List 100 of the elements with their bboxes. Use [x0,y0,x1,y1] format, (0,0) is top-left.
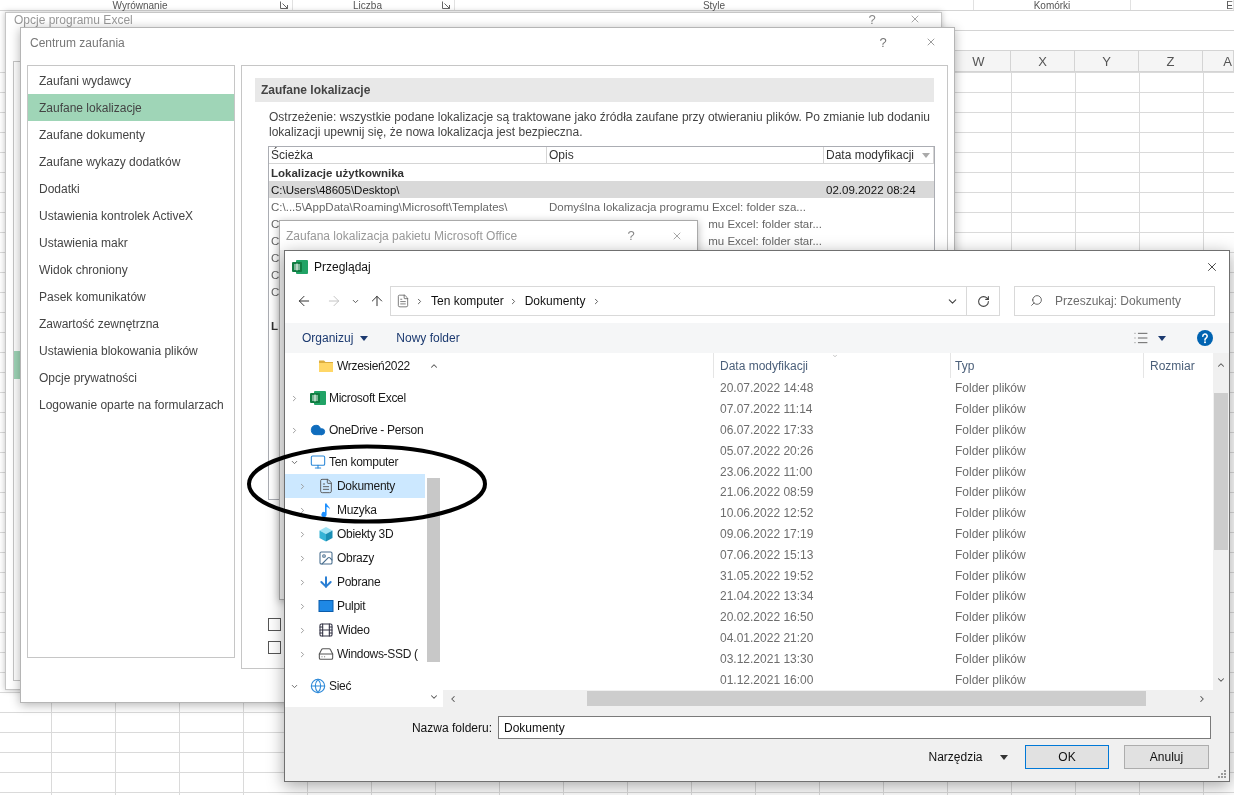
scrollbar-thumb[interactable] [1214,393,1228,550]
category-item[interactable]: Zaufane lokalizacje [28,94,234,121]
breadcrumb[interactable]: Ten komputer [431,294,504,308]
column-header[interactable]: Z [1139,51,1203,71]
tree-item[interactable]: Obiekty 3D [285,522,425,546]
modified-date: 31.05.2022 19:52 [720,568,814,583]
globe-icon [310,678,326,694]
checkbox[interactable] [268,641,281,654]
file-row[interactable]: 09.06.2022 17:19 Folder plików [443,523,1213,545]
table-cell: C [271,250,280,265]
column-header[interactable]: Typ [950,353,1143,378]
scroll-down-icon[interactable] [428,692,439,702]
category-item[interactable]: Zaufane dokumenty [28,121,234,148]
organize-menu-button[interactable]: Organizuj [302,331,369,345]
category-item[interactable]: Opcje prywatności [28,364,234,391]
category-item[interactable]: Widok chroniony [28,256,234,283]
file-row[interactable]: 04.01.2022 21:20 Folder plików [443,627,1213,649]
category-item[interactable]: Pasek komunikatów [28,283,234,310]
file-type: Folder plików [955,443,1026,458]
file-type: Folder plików [955,610,1026,625]
category-item[interactable]: Ustawienia blokowania plików [28,337,234,364]
tree-item[interactable]: Dokumenty [285,474,425,498]
scroll-left-icon[interactable] [448,693,458,704]
scroll-up-icon[interactable] [1216,360,1226,370]
column-header[interactable]: Y [1075,51,1139,71]
close-icon[interactable] [1205,260,1219,274]
folder-name-field[interactable]: Dokumenty [498,716,1211,739]
folder-icon [318,358,334,374]
tree-item[interactable]: Muzyka [285,498,425,522]
file-row[interactable]: 05.07.2022 20:26 Folder plików [443,440,1213,462]
ok-button[interactable]: OK [1025,745,1109,769]
file-row[interactable]: 10.06.2022 12:52 Folder plików [443,502,1213,524]
column-header[interactable]: A [1203,51,1234,71]
scroll-up-icon[interactable] [428,361,439,371]
file-row[interactable]: 06.07.2022 17:33 Folder plików [443,419,1213,441]
file-type: Folder plików [955,568,1026,583]
tree-item[interactable]: Windows-SSD ( [285,642,425,666]
column-header[interactable]: Ścieżka [269,147,547,163]
help-button[interactable]: ? [877,36,889,50]
file-row[interactable]: 31.05.2022 19:52 Folder plików [443,565,1213,586]
category-item[interactable]: Ustawienia makr [28,229,234,256]
column-header[interactable]: Data modyfikacji [713,353,950,378]
refresh-button[interactable] [967,286,1000,316]
window-title: Centrum zaufania [30,36,125,50]
caret-icon [999,754,1008,760]
category-item[interactable]: Zaufani wydawcy [28,67,234,94]
scroll-right-icon[interactable] [1197,693,1207,704]
file-row[interactable]: 07.06.2022 15:13 Folder plików [443,544,1213,566]
tree-item[interactable]: Sieć [285,674,425,698]
modified-date: 01.12.2021 16:00 [720,672,814,687]
tree-item[interactable]: Wrzesień2022 [285,354,425,378]
horizontal-scrollbar[interactable] [443,690,1213,707]
tree-item[interactable]: Pulpit [285,594,425,618]
menu-button[interactable]: Narzędzia [926,745,1010,769]
scrollbar-thumb[interactable] [427,478,440,662]
file-row[interactable]: 20.02.2022 16:50 Folder plików [443,606,1213,628]
cancel-button[interactable]: Anuluj [1124,745,1209,769]
scroll-down-icon[interactable] [1216,675,1226,685]
search-field[interactable]: Przeszukaj: Dokumenty [1014,286,1215,316]
tree-item[interactable]: Obrazy [285,546,425,570]
modified-date: 05.07.2022 20:26 [720,443,814,458]
checkbox[interactable] [268,618,281,631]
category-item[interactable]: Zawartość zewnętrzna [28,310,234,337]
file-row[interactable]: 07.07.2022 11:14 Folder plików [443,398,1213,420]
tree-item[interactable]: Microsoft Excel [285,386,425,410]
ribbon-group-label: Style [702,0,726,11]
help-button[interactable]: ? [866,13,878,27]
document-icon [396,293,410,309]
chevron-right-icon[interactable] [298,505,307,515]
file-row[interactable]: 21.06.2022 08:59 Folder plików [443,482,1213,503]
new-folder-button[interactable]: Nowy folder [396,331,460,345]
category-item[interactable]: Logowanie oparte na formularzach [28,391,234,418]
file-type: Folder plików [955,464,1026,479]
file-row[interactable]: 20.07.2022 14:48 Folder plików [443,378,1213,399]
file-row[interactable]: 03.12.2021 13:30 Folder plików [443,648,1213,670]
address-bar[interactable]: Ten komputer Dokumenty [390,286,967,316]
modified-date: 20.07.2022 14:48 [720,381,814,396]
column-header[interactable]: Opis [547,147,824,163]
file-type: Folder plików [955,381,1026,396]
column-header[interactable]: X [1011,51,1075,71]
breadcrumb[interactable]: Dokumenty [524,294,586,308]
file-row[interactable]: 23.06.2022 11:00 Folder plików [443,461,1213,482]
view-list-icon[interactable] [1133,330,1149,346]
category-item[interactable]: Dodatki [28,175,234,202]
help-button[interactable]: ? [625,228,637,243]
tree-item[interactable]: OneDrive - Person [285,418,425,442]
tree-item[interactable]: Wideo [285,618,425,642]
file-row[interactable]: 01.12.2021 16:00 Folder plików [443,669,1213,690]
table-row[interactable]: C:\Users\48605\Desktop\ 02.09.2022 08:24 [269,181,934,198]
table-cell: C [271,267,280,282]
category-item[interactable]: Zaufane wykazy dodatków [28,148,234,175]
tree-item[interactable]: Pobrane [285,570,425,594]
vertical-scrollbar[interactable] [1213,353,1229,690]
file-row[interactable]: 21.04.2022 13:34 Folder plików [443,585,1213,607]
column-header[interactable]: Data modyfikacji [824,147,934,163]
modified-date: 09.06.2022 17:19 [720,526,814,541]
table-row[interactable]: C:\...5\AppData\Roaming\Microsoft\Templates\ Domyślna lokalizacja programu Excel: folder sza... [269,198,934,215]
category-item[interactable]: Ustawienia kontrolek ActiveX [28,202,234,229]
tree-item[interactable]: Ten komputer [285,450,425,474]
scrollbar-thumb[interactable] [587,691,1146,706]
